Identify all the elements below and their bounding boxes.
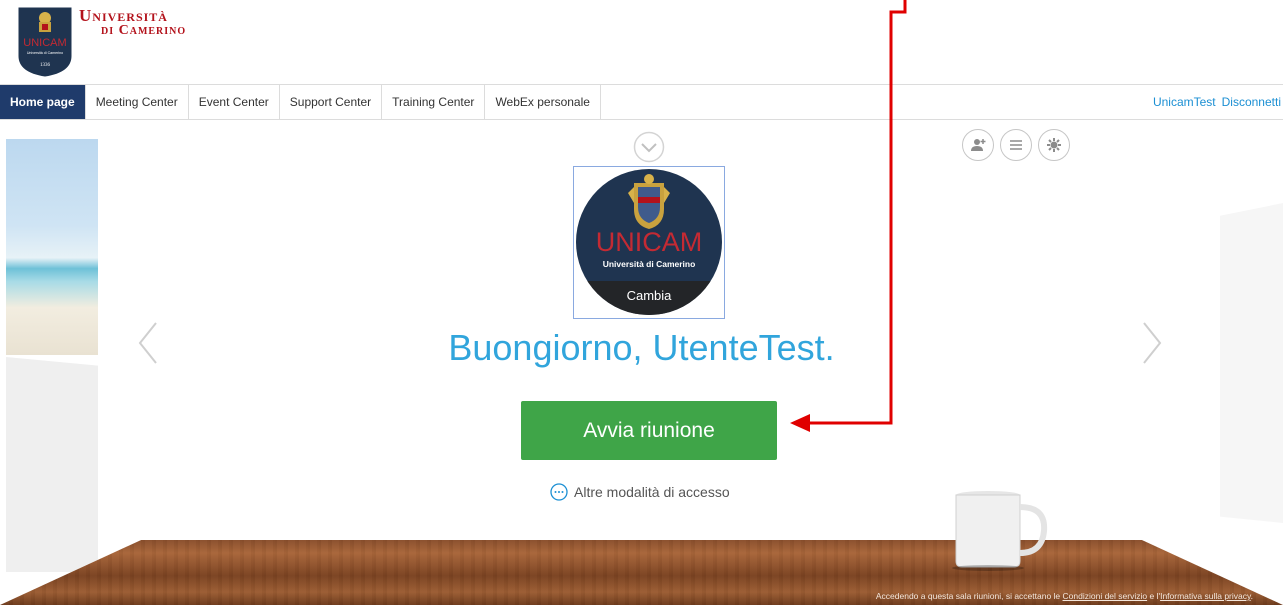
tab-training-center[interactable]: Training Center: [382, 85, 486, 119]
header: UNICAM Università di Camerino 1336 Unive…: [0, 0, 1283, 84]
more-options-icon: [550, 483, 568, 501]
start-meeting-button[interactable]: Avvia riunione: [521, 401, 777, 460]
legal-notice: Accedendo a questa sala riunioni, si acc…: [876, 591, 1253, 601]
user-links: UnicamTest Disconnetti: [1153, 85, 1283, 119]
background-beach-panel: [6, 139, 98, 355]
room-avatar-frame[interactable]: UNICAM Università di Camerino Cambia: [573, 166, 725, 319]
tab-home-page[interactable]: Home page: [0, 85, 86, 119]
personal-room-stage: UNICAM Università di Camerino Cambia Buo…: [0, 121, 1283, 605]
user-profile-link[interactable]: UnicamTest: [1153, 95, 1216, 109]
tab-meeting-center[interactable]: Meeting Center: [86, 85, 189, 119]
shield-year: 1336: [40, 63, 51, 68]
logout-link[interactable]: Disconnetti: [1222, 95, 1281, 109]
add-contact-icon[interactable]: [962, 129, 994, 161]
room-avatar[interactable]: UNICAM Università di Camerino Cambia: [576, 169, 722, 315]
avatar-logo-text: UNICAM: [595, 227, 703, 257]
university-wordmark: Università di Camerino: [79, 6, 187, 38]
other-access-link[interactable]: Altre modalità di accesso: [550, 483, 730, 501]
main-nav: Home page Meeting Center Event Center Su…: [0, 84, 1283, 120]
other-access-label: Altre modalità di accesso: [574, 484, 730, 500]
background-wall-panel: [6, 357, 98, 572]
change-avatar-label[interactable]: Cambia: [576, 281, 722, 315]
shield-text: UNICAM: [23, 37, 66, 49]
tab-support-center[interactable]: Support Center: [280, 85, 383, 119]
settings-icon[interactable]: [1038, 129, 1070, 161]
greeting-title: Buongiorno, UtenteTest.: [448, 327, 835, 368]
chevron-down-icon[interactable]: [633, 131, 665, 163]
avatar-logo-subtext: Università di Camerino: [602, 259, 696, 269]
menu-icon[interactable]: [1000, 129, 1032, 161]
legal-conjunction: e l': [1147, 591, 1161, 601]
legal-suffix: .: [1250, 591, 1253, 601]
tab-webex-personale[interactable]: WebEx personale: [485, 85, 601, 119]
tab-event-center[interactable]: Event Center: [189, 85, 280, 119]
university-shield-logo[interactable]: UNICAM Università di Camerino 1336: [17, 6, 73, 78]
avatar-crest-icon: [628, 174, 670, 229]
logo-line2: di Camerino: [101, 23, 187, 38]
coffee-mug-icon: [952, 491, 1048, 571]
privacy-policy-link[interactable]: Informativa sulla privacy: [1160, 591, 1251, 601]
legal-prefix: Accedendo a questa sala riunioni, si acc…: [875, 591, 1063, 601]
terms-of-service-link[interactable]: Condizioni del servizio: [1063, 591, 1148, 601]
shield-subtext: Università di Camerino: [27, 51, 63, 55]
room-actions: [962, 129, 1070, 161]
logo-line1: Università: [79, 6, 168, 25]
